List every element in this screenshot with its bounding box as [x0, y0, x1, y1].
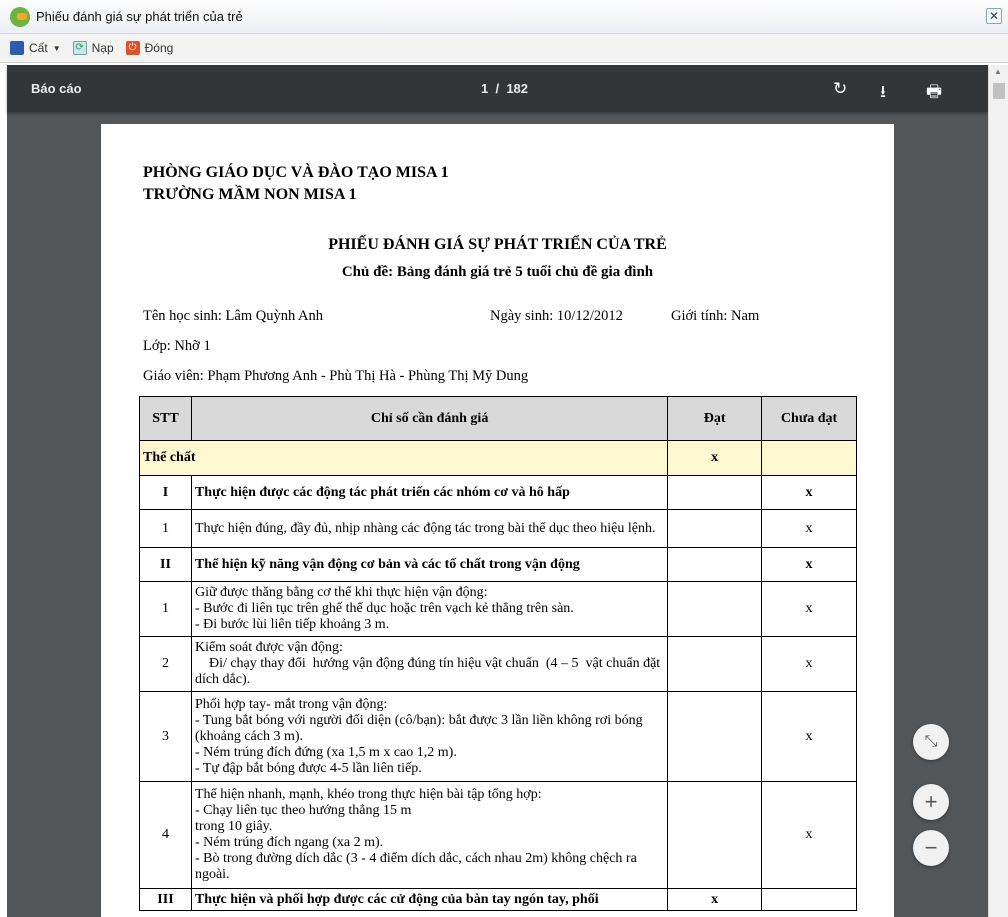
scrollbar-thumb[interactable]	[993, 83, 1005, 99]
dropdown-arrow-icon: ▼	[52, 43, 61, 53]
row-stt: II	[139, 547, 192, 582]
evaluation-table: STT Chỉ số cần đánh giá Đạt Chưa đạt Thể…	[138, 396, 857, 911]
app-logo-icon	[10, 6, 30, 27]
row-dat	[667, 636, 763, 692]
refresh-icon: ⟳	[72, 41, 87, 55]
header-dat: Đạt	[667, 396, 763, 441]
table-row: 1 Thực hiện đúng, đầy đủ, nhịp nhàng các…	[139, 509, 857, 548]
table-header: STT Chỉ số cần đánh giá Đạt Chưa đạt	[139, 396, 857, 441]
pdf-viewer: Báo cáo 1 / 182 ↻ ⭳ 🖶 PHÒNG GIÁO DỤC VÀ …	[7, 65, 988, 917]
reload-button[interactable]: ⟳ Nạp	[72, 41, 114, 55]
current-page[interactable]: 1	[481, 81, 488, 96]
section-chua-dat	[761, 440, 857, 476]
table-row: 3 Phối hợp tay- mắt trong vận động: - Tu…	[139, 691, 857, 782]
window-titlebar: Phiếu đánh giá sự phát triển của trẻ ✕	[0, 0, 1008, 34]
row-chua-dat: x	[761, 547, 857, 582]
table-row: 2 Kiểm soát được vận động: Đi/ chạy thay…	[139, 636, 857, 692]
header-stt: STT	[139, 396, 192, 441]
row-chua-dat: x	[761, 581, 857, 637]
table-row: III Thực hiện và phối hợp được các cử độ…	[139, 888, 857, 911]
doc-title: PHIẾU ĐÁNH GIÁ SỰ PHÁT TRIỂN CỦA TRẺ	[328, 236, 667, 253]
table-row: 4 Thể hiện nhanh, mạnh, khéo trong thực …	[139, 781, 857, 889]
row-chua-dat	[761, 888, 857, 911]
total-pages: 182	[506, 81, 529, 96]
close-button[interactable]: ⏻ Đóng	[125, 41, 174, 55]
close-label: Đóng	[144, 41, 174, 55]
row-chua-dat: x	[761, 636, 857, 692]
row-criteria: Thể hiện kỹ năng vận động cơ bản và các …	[190, 547, 669, 582]
page-separator: /	[495, 81, 500, 96]
print-icon[interactable]: 🖶	[926, 79, 942, 108]
row-stt: 4	[139, 781, 192, 889]
section-dat: x	[667, 440, 763, 476]
download-icon[interactable]: ⭳	[880, 79, 886, 108]
vertical-scrollbar[interactable]: ▲	[988, 65, 1008, 917]
row-stt: 1	[139, 509, 192, 548]
date-of-birth: Ngày sinh: 10/12/2012	[490, 308, 623, 324]
gender: Giới tính: Nam	[671, 308, 760, 324]
document-page: PHÒNG GIÁO DỤC VÀ ĐÀO TẠO MISA 1 TRƯỜNG …	[101, 124, 894, 917]
floppy-disk-icon	[10, 41, 24, 55]
row-chua-dat: x	[761, 509, 857, 548]
org-line-1: PHÒNG GIÁO DỤC VÀ ĐÀO TẠO MISA 1	[143, 164, 449, 181]
row-criteria: Giữ được thăng bằng cơ thể khi thực hiện…	[190, 581, 669, 637]
fit-page-button[interactable]: ⤡	[913, 724, 949, 760]
row-dat	[667, 581, 763, 637]
class: Lớp: Nhỡ 1	[143, 338, 211, 354]
row-stt: I	[139, 475, 192, 510]
table-row: 1 Giữ được thăng bằng cơ thể khi thực hi…	[139, 581, 857, 637]
save-button[interactable]: Cất ▼	[10, 41, 61, 55]
save-label: Cất	[29, 41, 48, 55]
reload-label: Nạp	[91, 41, 114, 55]
viewer-title: Báo cáo	[31, 81, 82, 96]
table-row: I Thực hiện được các động tác phát triển…	[139, 475, 857, 510]
zoom-out-button[interactable]: −	[913, 830, 949, 866]
student-name: Tên học sinh: Lâm Quỳnh Anh	[143, 308, 324, 324]
power-icon: ⏻	[125, 41, 140, 55]
viewer-toolbar: Báo cáo 1 / 182 ↻ ⭳ 🖶	[7, 65, 988, 112]
page-indicator: 1 / 182	[481, 81, 528, 96]
row-dat	[667, 509, 763, 548]
row-criteria: Thực hiện đúng, đầy đủ, nhịp nhàng các đ…	[190, 509, 669, 548]
row-criteria: Thể hiện nhanh, mạnh, khéo trong thực hi…	[190, 781, 669, 889]
row-stt: III	[139, 888, 192, 911]
table-row: II Thể hiện kỹ năng vận động cơ bản và c…	[139, 547, 857, 582]
scroll-up-icon[interactable]: ▲	[994, 67, 1002, 76]
section-row: Thể chất x	[138, 440, 857, 476]
row-criteria: Thực hiện được các động tác phát triển c…	[190, 475, 669, 510]
row-stt: 3	[139, 691, 192, 782]
window-title: Phiếu đánh giá sự phát triển của trẻ	[36, 9, 243, 24]
row-dat	[667, 691, 763, 782]
row-chua-dat: x	[761, 781, 857, 889]
row-chua-dat: x	[761, 475, 857, 510]
row-criteria: Kiểm soát được vận động: Đi/ chạy thay đ…	[190, 636, 669, 692]
row-criteria: Thực hiện và phối hợp được các cử động c…	[190, 888, 669, 911]
row-dat	[667, 781, 763, 889]
header-criteria: Chỉ số cần đánh giá	[190, 396, 669, 441]
row-criteria: Phối hợp tay- mắt trong vận động: - Tung…	[190, 691, 669, 782]
close-window-button[interactable]: ✕	[986, 8, 1002, 24]
section-label: Thể chất	[138, 440, 669, 476]
row-dat	[667, 475, 763, 510]
doc-subtitle: Chủ đề: Bảng đánh giá trẻ 5 tuổi chủ đề …	[341, 264, 654, 280]
row-dat: x	[667, 888, 763, 911]
row-chua-dat: x	[761, 691, 857, 782]
row-dat	[667, 547, 763, 582]
row-stt: 1	[139, 581, 192, 637]
org-line-2: TRƯỜNG MẦM NON MISA 1	[143, 186, 357, 203]
teacher: Giáo viên: Phạm Phương Anh - Phù Thị Hà …	[143, 368, 529, 384]
row-stt: 2	[139, 636, 192, 692]
rotate-icon[interactable]: ↻	[833, 79, 847, 99]
zoom-in-button[interactable]: +	[913, 784, 949, 820]
header-chua-dat: Chưa đạt	[761, 396, 857, 441]
toolbar: Cất ▼ ⟳ Nạp ⏻ Đóng	[0, 34, 1008, 63]
